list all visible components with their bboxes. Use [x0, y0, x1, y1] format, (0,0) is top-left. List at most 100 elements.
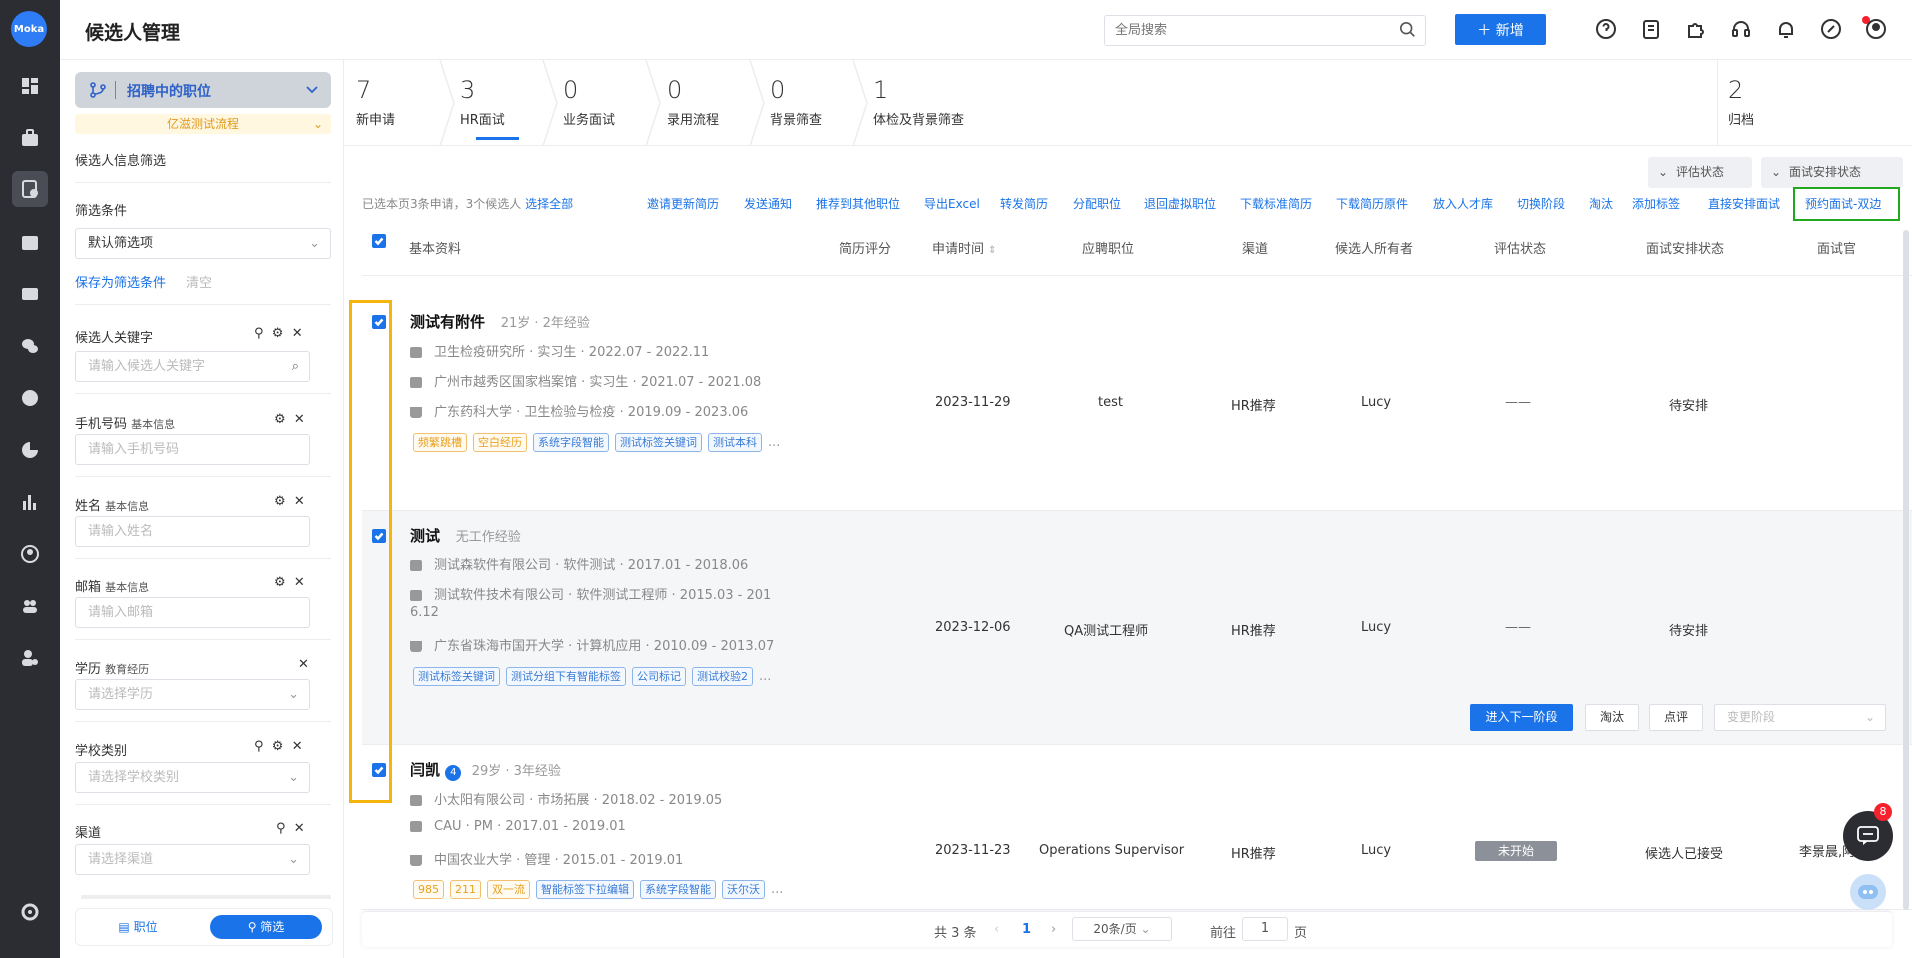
action-talent-pool[interactable]: 放入人才库	[1433, 195, 1493, 212]
gear-icon[interactable]: ⚙	[274, 412, 286, 427]
action-schedule-interview[interactable]: 直接安排面试	[1708, 195, 1780, 212]
user-icon[interactable]	[1865, 18, 1887, 40]
job-selector[interactable]: 招聘中的职位	[75, 72, 331, 108]
bar-chart-icon[interactable]	[12, 484, 48, 520]
action-add-tag[interactable]: 添加标签	[1632, 195, 1680, 212]
close-icon[interactable]: ✕	[294, 575, 305, 590]
prev-page-icon[interactable]: ‹	[994, 922, 999, 937]
school-type-select[interactable]: 请选择学校类别 ⌄	[75, 762, 310, 793]
close-icon[interactable]: ✕	[292, 739, 303, 754]
table-row[interactable]: 测试有附件 21岁 · 2年经验 卫生检疫研究所 · 实习生 · 2022.07…	[362, 277, 1912, 511]
close-icon[interactable]: ✕	[292, 326, 303, 341]
chevron-down-icon: ⌄	[288, 852, 299, 867]
select-all-checkbox[interactable]	[372, 234, 386, 248]
action-recommend[interactable]: 推荐到其他职位	[816, 195, 900, 212]
more-tags[interactable]: ...	[771, 882, 783, 897]
link-icon[interactable]	[1820, 18, 1842, 40]
candidates-icon[interactable]	[12, 171, 48, 207]
filter-select[interactable]: 默认筛选项 ⌄	[75, 228, 331, 259]
clear-link[interactable]: 清空	[186, 272, 212, 291]
action-return-virtual[interactable]: 退回虚拟职位	[1144, 195, 1216, 212]
flow-selector[interactable]: 亿滋测试流程 ⌄	[75, 114, 331, 134]
user-settings-icon[interactable]	[12, 640, 48, 676]
wechat-icon[interactable]	[12, 328, 48, 364]
search-icon[interactable]	[1399, 21, 1417, 39]
action-invite-update[interactable]: 邀请更新简历	[647, 195, 719, 212]
gear-icon[interactable]: ⚙	[272, 739, 284, 754]
filter-icon[interactable]: ⚲	[254, 326, 264, 341]
interview-status-filter[interactable]: ⌄ 面试安排状态	[1761, 157, 1903, 188]
page-size-select[interactable]: 20条/页 ⌄	[1072, 917, 1172, 941]
next-stage-button[interactable]: 进入下一阶段	[1470, 704, 1573, 731]
close-icon[interactable]: ✕	[298, 657, 309, 672]
app-logo[interactable]: Moka	[11, 11, 47, 47]
action-switch-stage[interactable]: 切换阶段	[1517, 195, 1565, 212]
sort-icon[interactable]: ⇕	[988, 245, 996, 256]
dashboard-icon[interactable]	[12, 68, 48, 104]
candidate-name[interactable]: 闫凯 4 29岁 · 3年经验	[410, 759, 561, 781]
email-input[interactable]: 请输入邮箱	[75, 597, 310, 628]
action-download-standard[interactable]: 下载标准简历	[1240, 195, 1312, 212]
phone-input[interactable]: 请输入手机号码	[75, 434, 310, 465]
action-assign-job[interactable]: 分配职位	[1073, 195, 1121, 212]
more-tags[interactable]: ...	[768, 435, 780, 450]
position[interactable]: test	[1098, 395, 1123, 410]
search-icon[interactable]: ⌕	[292, 352, 299, 381]
education-select[interactable]: 请选择学历 ⌄	[75, 679, 310, 710]
id-card-icon[interactable]	[12, 276, 48, 312]
position[interactable]: Operations Supervisor	[1039, 843, 1184, 858]
help-icon[interactable]	[1595, 18, 1617, 40]
headset-icon[interactable]	[1730, 18, 1752, 40]
assistant-robot-icon[interactable]	[1850, 874, 1886, 910]
next-page-icon[interactable]: ›	[1051, 922, 1056, 937]
action-send-notice[interactable]: 发送通知	[744, 195, 792, 212]
gear-icon[interactable]: ⚙	[274, 494, 286, 509]
close-icon[interactable]: ✕	[294, 821, 305, 836]
action-reject[interactable]: 淘汰	[1589, 195, 1613, 212]
page-number[interactable]: 1	[1022, 922, 1031, 937]
bell-icon[interactable]	[1775, 18, 1797, 40]
action-download-original[interactable]: 下载简历原件	[1336, 195, 1408, 212]
keyword-input[interactable]: 请输入候选人关键字 ⌕	[75, 351, 310, 382]
candidate-name[interactable]: 测试 无工作经验	[410, 525, 521, 546]
channel-select[interactable]: 请选择渠道 ⌄	[75, 844, 310, 875]
reject-button[interactable]: 淘汰	[1585, 704, 1639, 731]
action-forward[interactable]: 转发简历	[1000, 195, 1048, 212]
save-filter-link[interactable]: 保存为筛选条件	[75, 272, 166, 291]
more-tags[interactable]: ...	[759, 669, 771, 684]
horizontal-scrollbar[interactable]	[81, 895, 331, 899]
gear-icon[interactable]: ⚙	[272, 326, 284, 341]
comment-button[interactable]: 点评	[1649, 704, 1703, 731]
gear-icon[interactable]: ⚙	[274, 575, 286, 590]
position[interactable]: QA测试工程师	[1064, 620, 1148, 639]
col-apply-time[interactable]: 申请时间 ⇕	[932, 238, 997, 257]
calendar-icon[interactable]	[12, 224, 48, 260]
vertical-scrollbar[interactable]	[1903, 230, 1909, 910]
tab-position[interactable]: ▤ 职位	[82, 915, 194, 939]
settings-icon[interactable]	[12, 894, 48, 930]
filter-icon[interactable]: ⚲	[254, 739, 264, 754]
portrait-icon[interactable]	[12, 536, 48, 572]
new-button[interactable]: ＋ 新增	[1455, 14, 1546, 45]
eval-status-filter[interactable]: ⌄ 评估状态	[1648, 157, 1752, 188]
document-icon[interactable]	[1640, 18, 1662, 40]
briefcase-icon[interactable]	[12, 120, 48, 156]
table-row[interactable]: 闫凯 4 29岁 · 3年经验 小太阳有限公司 · 市场拓展 · 2018.02…	[362, 745, 1912, 910]
goto-input[interactable]: 1	[1242, 917, 1288, 941]
change-stage-select[interactable]: 变更阶段 ⌄	[1714, 704, 1886, 731]
close-icon[interactable]: ✕	[294, 412, 305, 427]
table-row[interactable]: 测试 无工作经验 测试森软件有限公司 · 软件测试 · 2017.01 - 20…	[362, 511, 1912, 745]
puzzle-icon[interactable]	[1685, 18, 1707, 40]
global-search-input[interactable]	[1104, 15, 1426, 46]
pie-chart-icon[interactable]	[12, 432, 48, 468]
close-icon[interactable]: ✕	[294, 494, 305, 509]
briefcase-icon	[410, 377, 422, 388]
tab-filter[interactable]: ⚲ 筛选	[210, 915, 322, 939]
thumbs-up-icon[interactable]	[12, 380, 48, 416]
filter-icon[interactable]: ⚲	[276, 821, 286, 836]
team-icon[interactable]	[12, 588, 48, 624]
candidate-name[interactable]: 测试有附件 21岁 · 2年经验	[410, 311, 590, 332]
name-input[interactable]: 请输入姓名	[75, 516, 310, 547]
stage-archive[interactable]: 2 归档	[1717, 60, 1912, 146]
action-export-excel[interactable]: 导出Excel	[924, 195, 980, 212]
